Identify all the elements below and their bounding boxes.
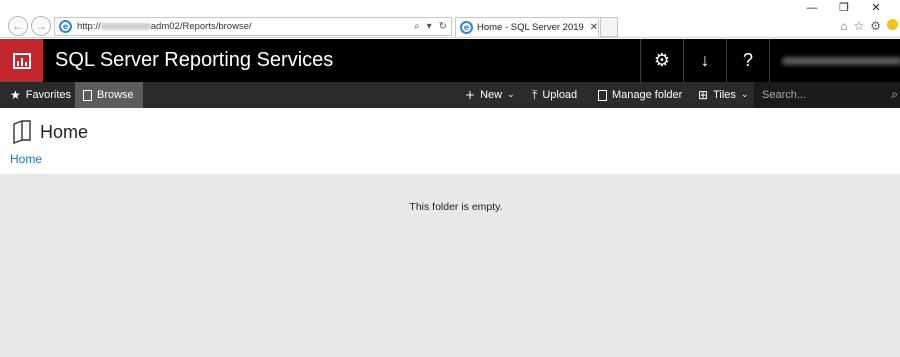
close-window-button[interactable]: ✕: [860, 2, 892, 16]
app-title: SQL Server Reporting Services: [55, 49, 334, 71]
search-input[interactable]: [762, 87, 882, 103]
settings-button[interactable]: ⚙: [640, 39, 683, 82]
tab-title: Home - SQL Server 2019 Re...: [476, 22, 587, 33]
window-controls: — ❐ ✕: [796, 2, 892, 16]
search-icon[interactable]: ⌕: [891, 87, 898, 102]
search-icon[interactable]: ⌕: [414, 21, 420, 32]
help-button[interactable]: ?: [726, 39, 769, 82]
upload-button[interactable]: ⤒ Upload: [532, 82, 577, 108]
folder-icon: [598, 89, 607, 101]
upload-icon: ⤒: [532, 87, 538, 102]
grid-icon: ⊞: [698, 88, 709, 102]
new-button[interactable]: + New ⌄: [465, 82, 515, 108]
redacted-host: [100, 22, 151, 30]
help-icon: ?: [742, 50, 753, 70]
chevron-down-icon: ⌄: [740, 90, 749, 100]
gear-icon[interactable]: ⚙: [870, 19, 881, 33]
folder-icon: [83, 89, 92, 101]
manage-folder-button[interactable]: Manage folder: [598, 82, 682, 108]
chevron-down-icon: ⌄: [507, 90, 515, 100]
empty-folder-message: This folder is empty.: [409, 201, 503, 213]
feedback-icon[interactable]: [887, 19, 898, 30]
page-header: Home Home: [0, 108, 900, 174]
favorites-tab[interactable]: ★ Favorites: [10, 82, 71, 108]
ssrs-logo-icon[interactable]: [0, 39, 43, 82]
tiles-view-button[interactable]: ⊞ Tiles ⌄: [698, 82, 748, 108]
ie-icon: e: [460, 21, 473, 34]
star-icon[interactable]: ☆: [853, 19, 864, 33]
download-button[interactable]: ↓: [683, 39, 726, 82]
dropdown-icon[interactable]: ▾: [427, 21, 432, 32]
url-text: http://adm02/Reports/browse/: [77, 21, 252, 32]
refresh-icon[interactable]: ↻: [439, 21, 447, 32]
address-bar[interactable]: e http://adm02/Reports/browse/ ⌕ ▾ ↻: [54, 17, 452, 36]
gear-icon: ⚙: [653, 50, 671, 70]
ie-icon: e: [59, 20, 72, 33]
page-title: Home: [40, 122, 89, 142]
star-icon: ★: [10, 88, 21, 102]
user-menu[interactable]: [769, 39, 900, 82]
browser-tab[interactable]: e Home - SQL Server 2019 Re... ✕: [455, 17, 599, 37]
browse-tab[interactable]: Browse: [75, 82, 143, 108]
forward-button[interactable]: →: [31, 16, 51, 36]
folder-content: This folder is empty.: [0, 174, 900, 357]
search-box: ⌕: [754, 82, 900, 108]
new-tab-button[interactable]: [600, 17, 618, 37]
home-icon[interactable]: ⌂: [840, 19, 847, 33]
folder-icon: [13, 120, 31, 144]
app-header: SQL Server Reporting Services ⚙ ↓ ?: [0, 39, 900, 82]
plus-icon: +: [465, 88, 476, 102]
minimize-button[interactable]: —: [796, 2, 828, 16]
restore-button[interactable]: ❐: [828, 2, 860, 16]
back-button[interactable]: ←: [8, 16, 28, 36]
breadcrumb-home[interactable]: Home: [10, 152, 42, 166]
close-tab-icon[interactable]: ✕: [590, 22, 598, 33]
toolbar: ★ Favorites Browse + New ⌄ ⤒ Upload Mana…: [0, 82, 900, 108]
browser-chrome: — ❐ ✕ ← → e http://adm02/Reports/browse/…: [0, 0, 900, 38]
redacted-username: [782, 57, 900, 65]
download-icon: ↓: [700, 50, 710, 70]
